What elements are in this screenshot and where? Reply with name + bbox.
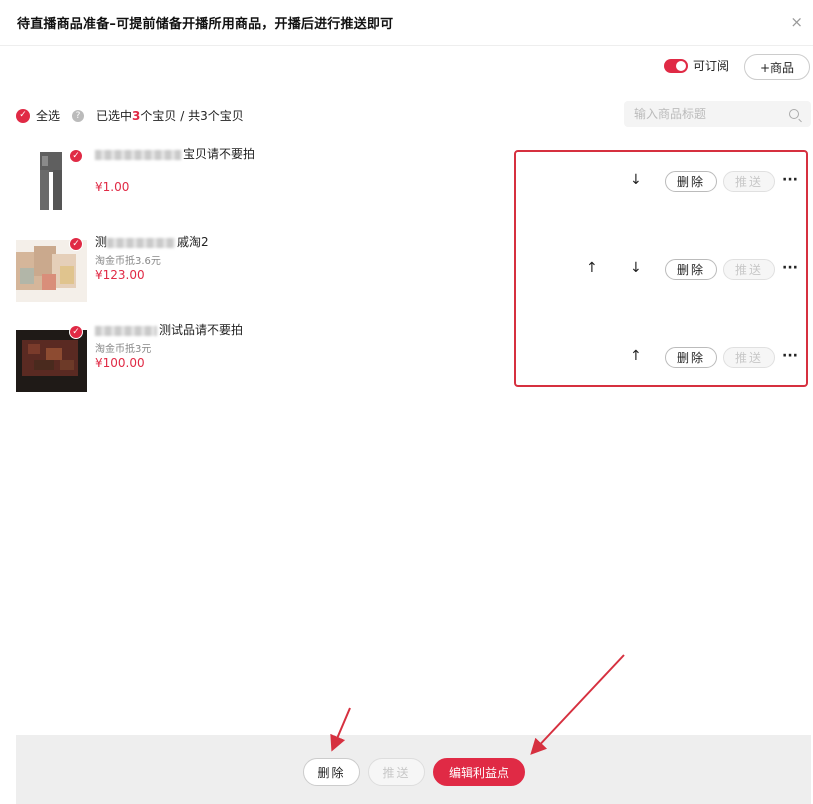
product-thumbnail[interactable] <box>16 330 87 392</box>
delete-button[interactable]: 删除 <box>665 347 717 368</box>
add-product-button[interactable]: +商品 <box>744 54 810 80</box>
push-button: 推送 <box>723 171 775 192</box>
dialog-header: 待直播商品准备–可提前储备开播所用商品，开播后进行推送即可 × <box>0 0 813 46</box>
product-row: ✓ 宝贝请不要拍 ¥1.00 ↓ 删除 推送 ··· <box>0 142 813 222</box>
close-icon[interactable]: × <box>790 13 803 31</box>
selected-prefix: 已选中 <box>96 109 133 123</box>
selected-count: 3 <box>132 108 141 123</box>
search-icon[interactable] <box>789 109 799 119</box>
batch-action-bar: 删除 推送 编辑利益点 <box>16 735 811 804</box>
select-all-check-icon[interactable]: ✓ <box>16 108 30 123</box>
selected-suffix: 个宝贝 / 共3个宝贝 <box>140 109 244 123</box>
product-name-text: 测试品请不要拍 <box>159 323 244 337</box>
product-price: ¥1.00 <box>95 180 130 194</box>
batch-delete-button[interactable]: 删除 <box>303 758 360 786</box>
select-all-label[interactable]: 全选 <box>36 107 60 124</box>
arrow-down-icon[interactable]: ↓ <box>630 172 642 188</box>
product-coin-discount: 淘金币抵3.6元 <box>95 256 161 267</box>
delete-button[interactable]: 删除 <box>665 171 717 192</box>
subscribe-toggle[interactable] <box>664 58 688 73</box>
product-name[interactable]: 宝贝请不要拍 <box>95 145 255 162</box>
blurred-text <box>95 149 181 160</box>
product-search[interactable] <box>624 101 811 127</box>
product-row: ✓ 测试品请不要拍 淘金币抵3元 ¥100.00 ↑ 删除 推送 ··· <box>0 318 813 398</box>
dialog-title: 待直播商品准备–可提前储备开播所用商品，开播后进行推送即可 <box>17 17 394 32</box>
product-price: ¥100.00 <box>95 356 145 370</box>
subscribe-toggle-group[interactable]: 可订阅 <box>664 57 729 74</box>
arrow-down-icon[interactable]: ↓ <box>630 260 642 276</box>
product-name[interactable]: 测 戚淘2 <box>95 233 209 250</box>
arrow-up-icon[interactable]: ↑ <box>586 260 598 276</box>
product-row: ✓ 测 戚淘2 淘金币抵3.6元 ¥123.00 ↑ ↓ 删除 推送 ··· <box>0 230 813 310</box>
product-name-end: 戚淘2 <box>177 235 209 249</box>
more-icon[interactable]: ··· <box>782 172 798 188</box>
more-icon[interactable]: ··· <box>782 260 798 276</box>
edit-benefit-button[interactable]: 编辑利益点 <box>433 758 525 786</box>
selection-bar: ✓ 全选 ? 已选中 3 个宝贝 / 共3个宝贝 <box>16 107 244 124</box>
blurred-text <box>95 325 157 336</box>
item-check-icon[interactable]: ✓ <box>69 237 83 251</box>
search-input[interactable] <box>634 106 784 122</box>
push-button: 推送 <box>723 347 775 368</box>
help-icon[interactable]: ? <box>72 109 85 122</box>
batch-push-button: 推送 <box>368 758 425 786</box>
product-coin-discount: 淘金币抵3元 <box>95 344 152 355</box>
item-check-icon[interactable]: ✓ <box>69 149 83 163</box>
product-name[interactable]: 测试品请不要拍 <box>95 321 243 338</box>
product-price: ¥123.00 <box>95 268 145 282</box>
blurred-text <box>107 237 176 248</box>
more-icon[interactable]: ··· <box>782 348 798 364</box>
delete-button[interactable]: 删除 <box>665 259 717 280</box>
subscribe-label: 可订阅 <box>693 59 730 73</box>
arrow-up-icon[interactable]: ↑ <box>630 348 642 364</box>
product-name-start: 测 <box>95 235 108 249</box>
product-name-text: 宝贝请不要拍 <box>183 147 256 161</box>
item-check-icon[interactable]: ✓ <box>69 325 83 339</box>
selection-summary: 已选中 3 个宝贝 / 共3个宝贝 <box>96 107 244 124</box>
push-button: 推送 <box>723 259 775 280</box>
